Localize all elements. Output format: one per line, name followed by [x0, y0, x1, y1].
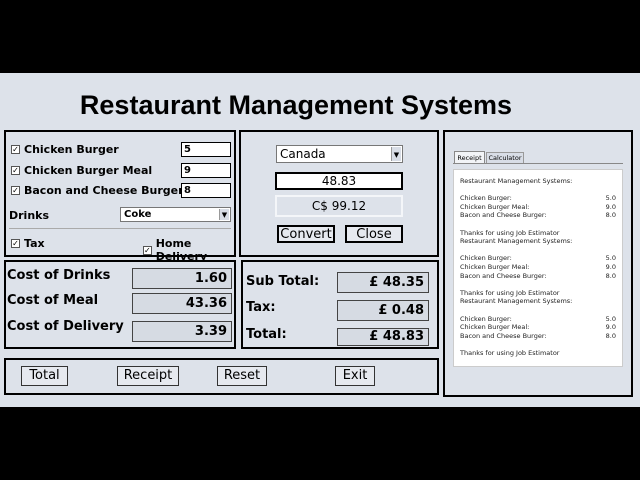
tax-checkbox[interactable]: ✓ Tax — [11, 237, 45, 250]
receipt-button[interactable]: Receipt — [117, 366, 179, 386]
receipt-line: Chicken Burger: 5.0 — [460, 194, 616, 202]
drinks-label: Drinks — [9, 209, 50, 222]
receipt-line-value: 8.0 — [605, 331, 616, 340]
drinks-selected-value: Coke — [124, 209, 152, 220]
cost-of-delivery-value: 3.39 — [132, 321, 232, 342]
divider — [9, 228, 231, 229]
chevron-down-icon[interactable]: ▼ — [391, 147, 401, 161]
total-value: £ 48.83 — [337, 328, 429, 346]
receipt-line: Restaurant Management Systems: — [460, 177, 616, 185]
receipt-line-text: Thanks for using Job Estimator — [460, 349, 560, 357]
receipt-line-text: Bacon and Cheese Burger: — [460, 211, 547, 220]
receipt-line-text: Chicken Burger: — [460, 314, 512, 323]
total-button[interactable]: Total — [21, 366, 68, 386]
receipt-line-text: Bacon and Cheese Burger: — [460, 331, 547, 340]
bacon-cheese-burger-qty-input[interactable]: 8 — [181, 183, 231, 198]
cost-of-meal-value: 43.36 — [132, 293, 232, 314]
totals-panel: Sub Total: £ 48.35 Tax: £ 0.48 Total: £ … — [241, 260, 439, 349]
check-icon: ✓ — [11, 186, 20, 195]
receipt-line: Bacon and Cheese Burger: 8.0 — [460, 272, 616, 280]
meals-panel: ✓ Chicken Burger 5 ✓ Chicken Burger Meal… — [4, 130, 236, 263]
receipt-line-text: Chicken Burger: — [460, 254, 512, 263]
receipt-line: Thanks for using Job Estimator — [460, 229, 616, 237]
receipt-line: Restaurant Management Systems: — [460, 297, 616, 305]
chicken-burger-label: Chicken Burger — [24, 143, 119, 156]
receipt-line-text: Restaurant Management Systems: — [460, 297, 573, 306]
receipt-line-value: 5.0 — [605, 254, 616, 263]
subtotal-value: £ 48.35 — [337, 272, 429, 293]
check-icon: ✓ — [11, 239, 20, 248]
receipt-line-text: Thanks for using Job Estimator — [460, 228, 560, 237]
buttons-panel: Total Receipt Reset Exit — [4, 358, 439, 395]
check-icon: ✓ — [143, 245, 152, 255]
receipt-line-text: Chicken Burger: — [460, 194, 512, 203]
receipt-line: Thanks for using Job Estimator — [460, 289, 616, 297]
cost-of-meal-label: Cost of Meal — [7, 293, 99, 308]
tab-divider — [453, 163, 623, 164]
chevron-down-icon[interactable]: ▼ — [219, 209, 229, 220]
app-window: Restaurant Management Systems ✓ Chicken … — [0, 73, 640, 407]
receipt-line: Chicken Burger: 5.0 — [460, 315, 616, 323]
receipt-line-text: Bacon and Cheese Burger: — [460, 271, 547, 280]
receipt-line-text: Thanks for using Job Estimator — [460, 288, 560, 297]
receipt-line: Chicken Burger Meal: 9.0 — [460, 323, 616, 331]
receipt-line-text: Chicken Burger Meal: — [460, 202, 530, 211]
subtotal-label: Sub Total: — [246, 274, 320, 289]
receipt-line: Chicken Burger Meal: 9.0 — [460, 203, 616, 211]
chicken-burger-meal-label: Chicken Burger Meal — [24, 164, 153, 177]
convert-button[interactable]: Convert — [277, 225, 335, 243]
currency-converter-panel: Canada ▼ 48.83 C$ 99.12 Convert Close — [239, 130, 439, 257]
reset-button[interactable]: Reset — [217, 366, 267, 386]
receipt-line-text: Restaurant Management Systems: — [460, 177, 573, 185]
receipt-line — [460, 246, 616, 254]
receipt-line — [460, 220, 616, 228]
receipt-line: Restaurant Management Systems: — [460, 237, 616, 245]
total-label: Total: — [246, 327, 287, 342]
receipt-panel: Receipt Calculator Restaurant Management… — [443, 130, 633, 397]
receipt-line-value: 5.0 — [605, 314, 616, 323]
receipt-line — [460, 306, 616, 314]
tax-value: £ 0.48 — [337, 300, 429, 321]
receipt-line: Bacon and Cheese Burger: 8.0 — [460, 211, 616, 219]
receipt-line — [460, 340, 616, 348]
cost-of-delivery-label: Cost of Delivery — [7, 319, 124, 334]
bacon-cheese-burger-label: Bacon and Cheese Burger — [24, 184, 184, 197]
close-button[interactable]: Close — [345, 225, 403, 243]
check-icon: ✓ — [11, 145, 20, 154]
chicken-burger-meal-qty-input[interactable]: 9 — [181, 163, 231, 178]
receipt-line-value: 8.0 — [605, 211, 616, 220]
receipt-line: Chicken Burger: 5.0 — [460, 254, 616, 262]
receipt-line-text: Restaurant Management Systems: — [460, 237, 573, 246]
receipt-line-value: 9.0 — [605, 323, 616, 332]
receipt-line-text: Chicken Burger Meal: — [460, 263, 530, 271]
receipt-line-value: 5.0 — [605, 194, 616, 203]
amount-input[interactable]: 48.83 — [275, 172, 403, 190]
tax-label: Tax — [24, 237, 45, 250]
check-icon: ✓ — [11, 166, 20, 175]
page-title: Restaurant Management Systems — [79, 90, 513, 120]
converted-result-field: C$ 99.12 — [275, 195, 403, 217]
receipt-line-value: 9.0 — [605, 202, 616, 211]
exit-button[interactable]: Exit — [335, 366, 375, 386]
chicken-burger-meal-checkbox[interactable]: ✓ Chicken Burger Meal — [11, 164, 152, 177]
cost-of-drinks-label: Cost of Drinks — [7, 268, 111, 283]
cost-of-drinks-value: 1.60 — [132, 268, 232, 289]
receipt-line — [460, 280, 616, 288]
chicken-burger-qty-input[interactable]: 5 — [181, 142, 231, 157]
receipt-line — [460, 186, 616, 194]
receipt-line: Chicken Burger Meal: 9.0 — [460, 263, 616, 271]
country-selected-value: Canada — [280, 147, 326, 161]
costs-panel: Cost of Drinks 1.60 Cost of Meal 43.36 C… — [4, 260, 236, 349]
receipt-line-text: Chicken Burger Meal: — [460, 323, 530, 332]
drinks-select[interactable]: Coke ▼ — [120, 207, 231, 222]
chicken-burger-checkbox[interactable]: ✓ Chicken Burger — [11, 143, 119, 156]
receipt-line: Bacon and Cheese Burger: 8.0 — [460, 332, 616, 340]
receipt-line-value: 8.0 — [605, 271, 616, 280]
country-select[interactable]: Canada ▼ — [276, 145, 403, 163]
receipt-text-area[interactable]: Restaurant Management Systems: Chicken Bu… — [453, 169, 623, 367]
tax-total-label: Tax: — [246, 300, 276, 315]
receipt-line: Thanks for using Job Estimator — [460, 349, 616, 357]
receipt-line-value: 9.0 — [605, 263, 616, 271]
bacon-cheese-burger-checkbox[interactable]: ✓ Bacon and Cheese Burger — [11, 184, 184, 197]
